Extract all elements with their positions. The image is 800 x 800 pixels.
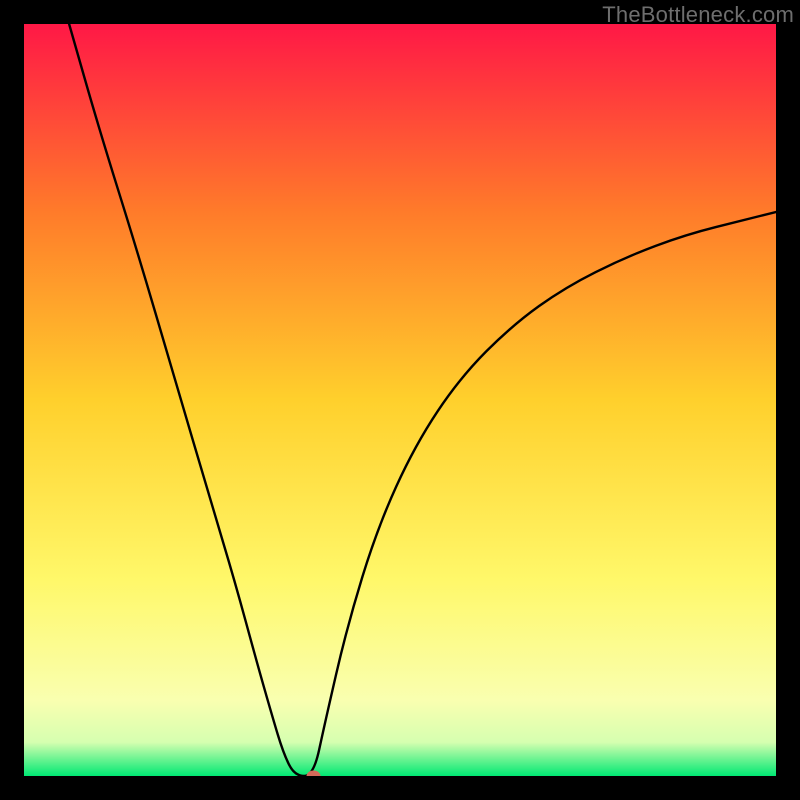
chart-frame [24,24,776,776]
chart-background [24,24,776,776]
bottleneck-chart [24,24,776,776]
